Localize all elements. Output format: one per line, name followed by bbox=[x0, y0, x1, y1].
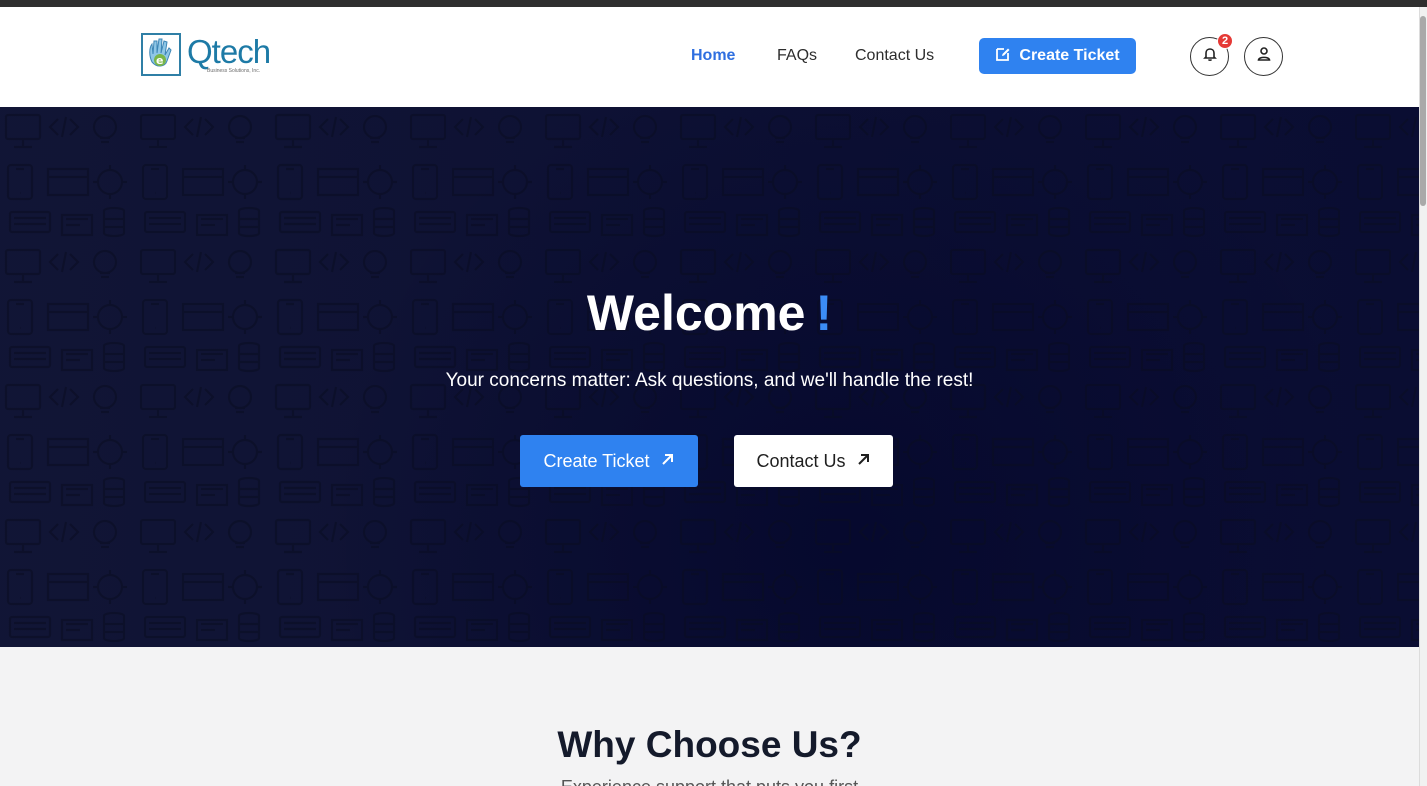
hero-create-ticket-label: Create Ticket bbox=[543, 450, 650, 471]
scrollbar-thumb[interactable] bbox=[1420, 16, 1426, 206]
site-header: e Qtech Business Solutions, Inc. Home FA… bbox=[0, 7, 1419, 107]
logo-hand-icon: e bbox=[141, 32, 181, 76]
arrow-up-right-icon bbox=[856, 451, 871, 472]
qtech-logo[interactable]: e Qtech Business Solutions, Inc. bbox=[141, 31, 281, 77]
nav-link-contact-us[interactable]: Contact Us bbox=[855, 46, 934, 66]
hero-contact-us-button[interactable]: Contact Us bbox=[734, 435, 893, 487]
why-choose-us-heading: Why Choose Us? bbox=[557, 724, 862, 765]
header-create-ticket-button[interactable]: Create Ticket bbox=[979, 38, 1136, 74]
hero-banner: Welcome! Your concerns matter: Ask quest… bbox=[0, 107, 1419, 647]
user-account-button[interactable] bbox=[1244, 37, 1283, 76]
arrow-up-right-icon bbox=[660, 451, 675, 472]
notification-count-badge: 2 bbox=[1217, 33, 1233, 49]
hero-subtitle: Your concerns matter: Ask questions, and… bbox=[445, 370, 974, 391]
page-scrollbar[interactable] bbox=[1419, 7, 1427, 786]
notifications-button[interactable]: 2 bbox=[1190, 33, 1233, 76]
logo-wordmark: Qtech bbox=[187, 32, 271, 70]
window-frame-top bbox=[0, 0, 1427, 7]
user-icon bbox=[1256, 46, 1272, 67]
bell-icon bbox=[1202, 46, 1218, 67]
why-choose-us-subtitle: Experience support that puts you first bbox=[0, 777, 1419, 786]
hero-title-text: Welcome bbox=[586, 285, 806, 341]
header-create-ticket-label: Create Ticket bbox=[1019, 47, 1120, 64]
nav-link-faqs[interactable]: FAQs bbox=[777, 46, 817, 66]
svg-text:e: e bbox=[156, 54, 163, 67]
browser-viewport: e Qtech Business Solutions, Inc. Home FA… bbox=[0, 7, 1419, 786]
edit-icon bbox=[995, 46, 1011, 67]
hero-contact-us-label: Contact Us bbox=[756, 450, 846, 471]
hero-title: Welcome! bbox=[0, 284, 1419, 342]
hero-create-ticket-button[interactable]: Create Ticket bbox=[520, 435, 698, 487]
nav-link-home[interactable]: Home bbox=[691, 46, 735, 66]
logo-tagline: Business Solutions, Inc. bbox=[207, 67, 261, 74]
hero-title-exclamation: ! bbox=[815, 285, 833, 341]
